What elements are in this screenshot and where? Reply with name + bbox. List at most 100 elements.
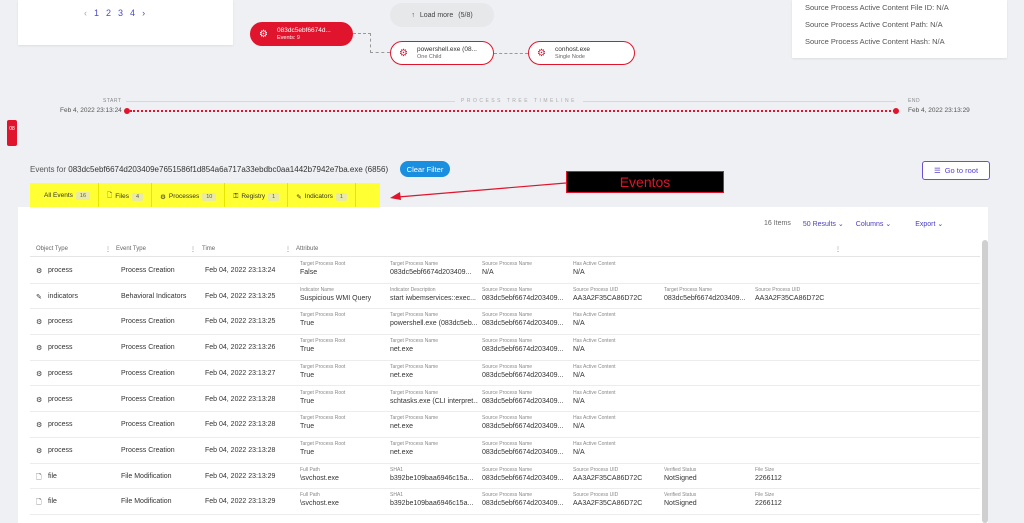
attribute-key: Full Path <box>300 492 320 499</box>
columns-dropdown[interactable]: Columns ⌄ <box>856 220 891 228</box>
clear-filter-button[interactable]: Clear Filter <box>400 161 450 177</box>
table-row[interactable]: ⚙ process Process Creation Feb 04, 2022 23:… <box>30 412 980 438</box>
attribute-key: SHA1 <box>390 492 404 499</box>
col-object-type[interactable]: Object Type <box>36 246 68 252</box>
timeline-events[interactable] <box>130 110 895 112</box>
tab-label: Indicators <box>304 193 333 200</box>
attribute-key: Target Process Root <box>300 363 346 370</box>
timeline-end-label: END <box>908 98 921 104</box>
attribute-value: N/A <box>573 269 585 276</box>
prev-page-button[interactable]: ‹ <box>84 8 87 18</box>
col-menu-icon[interactable]: ⋮ <box>105 246 111 253</box>
file-icon: 🗋 <box>107 192 113 199</box>
results-dropdown[interactable]: 50 Results ⌄ <box>803 220 844 228</box>
page-1[interactable]: 1 <box>94 8 99 18</box>
table-row[interactable]: ⚙ process Process Creation Feb 04, 2022 23:… <box>30 387 980 413</box>
attribute-value: 2266112 <box>755 474 782 482</box>
cell-attribute: Verified Status NotSigned <box>664 492 752 509</box>
cell-event-type: Process Creation <box>121 395 175 403</box>
load-more-button[interactable]: ↑ Load more (5/8) <box>390 3 494 27</box>
tab-all-events[interactable]: All Events 16 <box>36 183 100 210</box>
attribute-value: net.exe <box>390 371 413 379</box>
file-icon: 🗋 <box>36 499 42 507</box>
attribute-value: True <box>300 423 315 431</box>
attribute-value: 083dc5ebf6674d203409... <box>482 423 564 431</box>
table-row[interactable]: 🗋 file File Modification Feb 04, 2022 23:13… <box>30 464 980 490</box>
table-row[interactable]: ⚙ process Process Creation Feb 04, 2022 23:… <box>30 361 980 387</box>
page-2[interactable]: 2 <box>106 8 111 18</box>
tab-files[interactable]: 🗋 Files 4 <box>99 183 153 210</box>
cell-attribute: Source Process Name 083dc5ebf6674d203409… <box>482 338 570 355</box>
detail-line: Source Process Active Content File ID: N… <box>805 3 949 12</box>
attribute-value: 083dc5ebf6674d203409... <box>482 346 564 354</box>
attribute-value: 083dc5ebf6674d203409... <box>482 371 564 379</box>
cell-attribute: Source Process UID AA3A2F35CA86D72C <box>755 287 843 304</box>
page-4[interactable]: 4 <box>130 8 135 18</box>
col-time[interactable]: Time <box>202 246 215 252</box>
process-node-conhost[interactable]: ⚙ conhost.exe Single Node <box>528 41 635 65</box>
attribute-value: True <box>300 371 315 379</box>
cell-attribute: Target Process Root True <box>300 415 388 432</box>
timeline-end-marker[interactable] <box>893 108 899 114</box>
cell-event-type: Process Creation <box>121 421 175 429</box>
go-to-root-button[interactable]: ☰ Go to root <box>922 161 990 180</box>
attribute-value: net.exe <box>390 346 413 354</box>
timeline-start-marker[interactable] <box>124 108 130 114</box>
tab-count: 4 <box>132 192 144 201</box>
col-menu-icon[interactable]: ⋮ <box>835 246 841 253</box>
attribute-value: net.exe <box>390 448 413 456</box>
table-row[interactable]: ⚙ process Process Creation Feb 04, 2022 23:… <box>30 335 980 361</box>
cell-attribute: Target Process Root True <box>300 338 388 355</box>
attribute-key: Source Process UID <box>573 466 619 473</box>
process-node-root[interactable]: ⚙ 083dc5ebf6674d... Events: 9 <box>250 22 353 46</box>
attribute-key: Verified Status <box>664 492 697 499</box>
col-event-type[interactable]: Event Type <box>116 246 146 252</box>
table-row[interactable]: ✎ indicators Behavioral Indicators Feb 04, … <box>30 284 980 310</box>
attribute-value: NotSigned <box>664 474 697 482</box>
cell-attribute: SHA1 b392be109baa6946c15a... <box>390 492 478 509</box>
attribute-value: N/A <box>573 371 585 379</box>
table-row[interactable]: 🗋 file File Modification Feb 04, 2022 23:13… <box>30 489 980 515</box>
page-3[interactable]: 3 <box>118 8 123 18</box>
next-page-button[interactable]: › <box>142 8 145 18</box>
cell-attribute: Target Process Name net.exe <box>390 441 478 458</box>
attribute-value: N/A <box>573 346 585 354</box>
cell-attribute: Source Process Name 083dc5ebf6674d203409… <box>482 467 570 484</box>
export-dropdown[interactable]: Export ⌄ <box>915 220 943 228</box>
tab-registry[interactable]: ⚿ Registry 1 <box>225 183 289 210</box>
process-node-powershell[interactable]: ⚙ powershell.exe (08... One Child <box>390 41 494 65</box>
attribute-value: b392be109baa6946c15a... <box>390 500 474 508</box>
attribute-key: Target Process Root <box>300 440 346 447</box>
attribute-key: Indicator Name <box>300 286 334 293</box>
attribute-key: Source Process Name <box>482 312 533 319</box>
gear-icon: ⚙ <box>36 396 43 404</box>
attribute-value: Suspicious WMI Query <box>300 294 372 302</box>
cell-attribute: Source Process Name 083dc5ebf6674d203409… <box>482 492 570 509</box>
cell-attribute: Target Process Root True <box>300 312 388 329</box>
cell-object-type: indicators <box>48 292 78 300</box>
col-attribute[interactable]: Attribute <box>296 246 318 252</box>
attribute-value: net.exe <box>390 423 413 431</box>
attribute-value: AA3A2F35CA86D72C <box>573 294 643 302</box>
timeline-title: PROCESS TREE TIMELINE <box>455 98 583 104</box>
annotation-arrow <box>390 182 566 200</box>
tab-indicators[interactable]: ✎ Indicators 1 <box>288 183 356 210</box>
cell-attribute: Target Process Name 083dc5ebf6674d203409… <box>664 287 752 304</box>
col-menu-icon[interactable]: ⋮ <box>285 246 291 253</box>
cell-object-type: process <box>48 318 73 326</box>
table-row[interactable]: ⚙ process Process Creation Feb 04, 2022 23:… <box>30 258 980 284</box>
tab-count: 1 <box>335 192 347 201</box>
cell-object-type: process <box>48 446 73 454</box>
tab-processes[interactable]: ⚙ Processes 10 <box>152 183 226 210</box>
table-row[interactable]: ⚙ process Process Creation Feb 04, 2022 23:… <box>30 309 980 336</box>
attribute-key: Target Process Name <box>390 363 439 370</box>
col-menu-icon[interactable]: ⋮ <box>190 246 196 253</box>
side-tag[interactable]: 08 <box>7 120 17 146</box>
cell-attribute: Has Active Content N/A <box>573 390 661 407</box>
attribute-value: N/A <box>573 397 585 405</box>
timeline-start-date: Feb 4, 2022 23:13:24 <box>60 107 122 114</box>
table-scrollbar[interactable] <box>982 240 988 523</box>
table-row[interactable]: ⚙ process Process Creation Feb 04, 2022 23:… <box>30 438 980 464</box>
attribute-key: File Size <box>755 492 775 499</box>
gear-icon: ⚙ <box>36 422 43 430</box>
